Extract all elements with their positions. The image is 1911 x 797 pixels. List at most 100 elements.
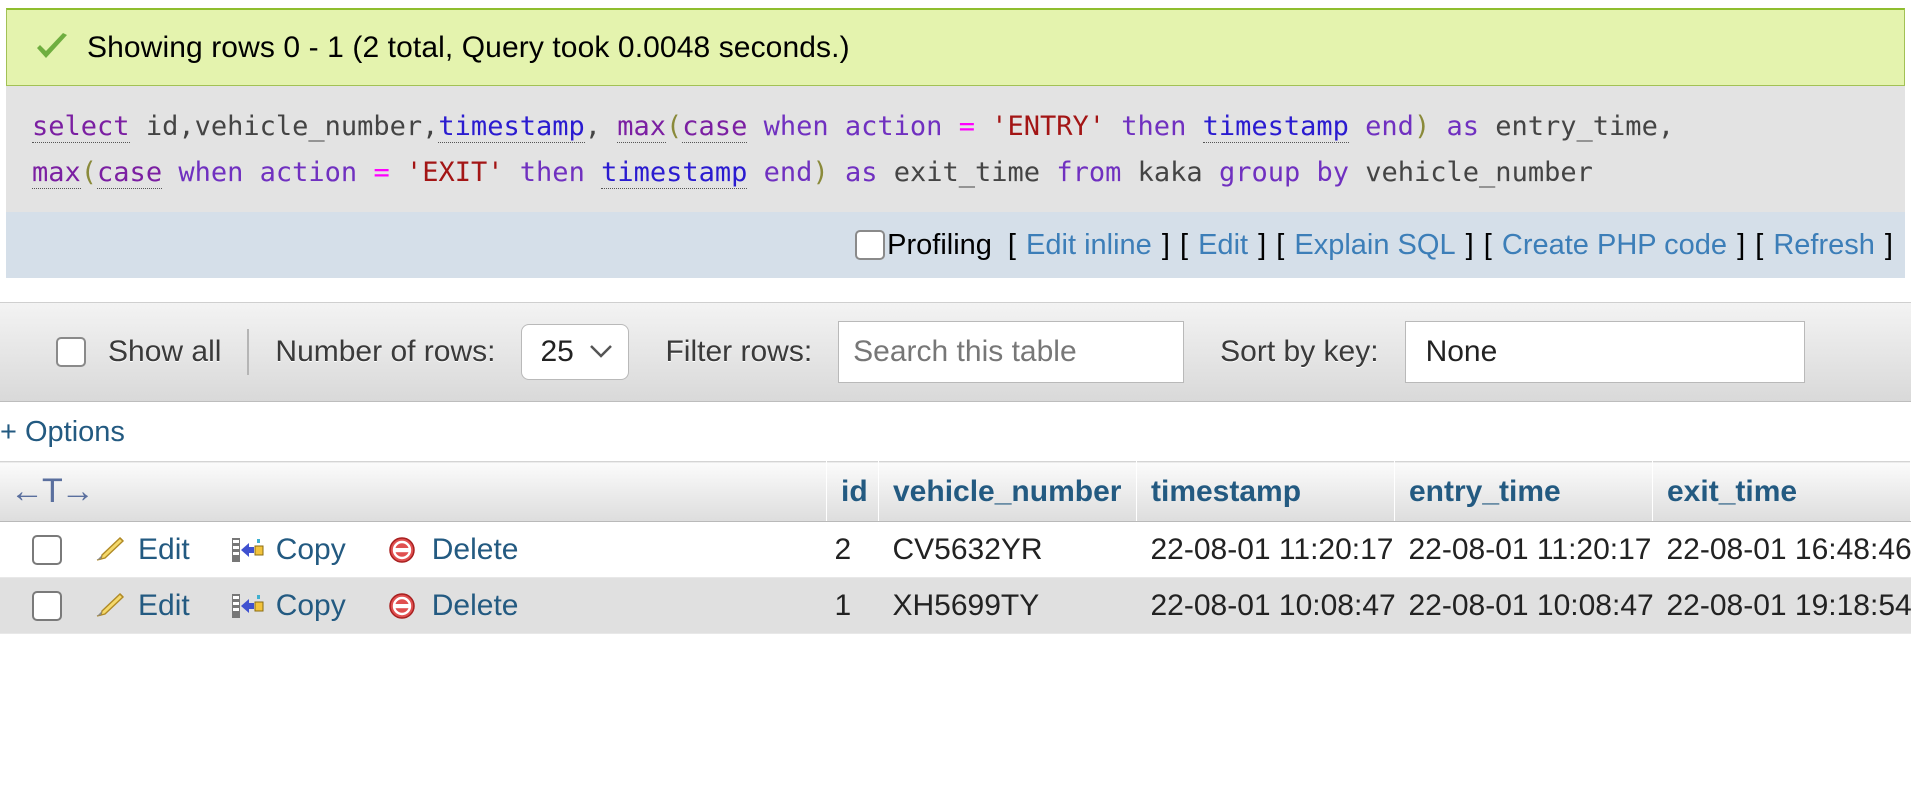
sql-token: = (373, 157, 390, 188)
column-header-entry-time[interactable]: entry_time (1394, 461, 1653, 522)
toolbar-divider (247, 329, 250, 375)
edit-label: Edit (138, 532, 190, 566)
column-header-id[interactable]: id (826, 461, 879, 522)
profiling-link-refresh[interactable]: Refresh (1773, 229, 1875, 261)
copy-icon (230, 535, 264, 565)
profiling-link-create-php-code[interactable]: Create PHP code (1502, 229, 1727, 261)
sql-token: ) (1413, 111, 1431, 142)
cell-timestamp[interactable]: 22-08-01 11:20:17 (1136, 521, 1395, 578)
chevron-down-icon (588, 338, 614, 366)
sql-token: timestamp (1202, 111, 1349, 143)
sql-token: ( (666, 111, 683, 142)
row-select-checkbox[interactable] (32, 534, 62, 565)
cell-vehicle-number[interactable]: CV5632YR (878, 521, 1137, 578)
show-all-checkbox[interactable] (56, 337, 86, 367)
options-expander-link[interactable]: + Options (0, 402, 1911, 461)
sql-token: = (958, 111, 975, 142)
delete-label: Delete (431, 532, 519, 566)
pencil-icon (92, 591, 126, 621)
sql-token: by (1316, 157, 1349, 188)
cell-id[interactable]: 2 (826, 521, 879, 578)
row-actions-cell: Edit Copy Delete (0, 521, 827, 578)
delete-label: Delete (431, 588, 519, 622)
delete-row-button[interactable]: Delete (386, 588, 519, 623)
copy-label: Copy (275, 532, 346, 566)
cell-timestamp[interactable]: 22-08-01 10:08:47 (1136, 577, 1396, 634)
bracket-close: ] (1876, 228, 1893, 261)
cell-id[interactable]: 1 (826, 577, 879, 634)
show-all-label: Show all (108, 335, 222, 368)
profiling-checkbox[interactable] (855, 230, 886, 260)
sql-token: group (1218, 157, 1301, 188)
column-header-timestamp[interactable]: timestamp (1136, 461, 1395, 522)
edit-row-button[interactable]: Edit (92, 533, 190, 567)
copy-row-button[interactable]: Copy (230, 533, 346, 567)
column-header-exit-time[interactable]: exit_time (1652, 461, 1911, 522)
cell-vehicle-number[interactable]: XH5699TY (878, 577, 1137, 634)
success-check-icon (33, 29, 71, 67)
sql-token: exit_time (893, 157, 1041, 188)
sql-token: vehicle_number (1365, 157, 1593, 188)
sql-token: then (519, 157, 585, 188)
bracket-open: [ (1755, 228, 1772, 261)
copy-icon (230, 591, 264, 621)
sql-token: id,vehicle_number, (145, 111, 439, 142)
filter-rows-label: Filter rows: (665, 335, 813, 368)
cell-exit-time[interactable]: 22-08-01 16:48:46 (1652, 521, 1911, 578)
copy-row-button[interactable]: Copy (230, 589, 346, 623)
sql-token: when (763, 111, 829, 142)
table-row[interactable]: Edit Copy Delete 1 XH5699TY 22-08-01 10:08:47… (0, 577, 1911, 634)
sql-token: then (1121, 111, 1187, 142)
sql-token: end (763, 157, 813, 188)
sql-line-2: max(case when action = 'EXIT' then times… (32, 150, 1879, 196)
sql-token: ) (812, 157, 829, 188)
sort-by-key-label: Sort by key: (1220, 335, 1379, 368)
delete-icon (386, 535, 420, 565)
sql-query-box[interactable]: select id,vehicle_number,timestamp, max(… (6, 86, 1905, 212)
bracket-close: ] (1729, 228, 1754, 261)
number-of-rows-label: Number of rows: (275, 335, 496, 368)
query-status-text: Showing rows 0 - 1 (2 total, Query took … (87, 30, 850, 64)
sql-line-1: select id,vehicle_number,timestamp, max(… (32, 104, 1879, 150)
bracket-close: ] (1153, 228, 1178, 261)
cell-entry-time[interactable]: 22-08-01 10:08:47 (1394, 577, 1654, 634)
profiling-link-edit-inline[interactable]: Edit inline (1026, 229, 1152, 261)
sql-token: action (259, 157, 358, 188)
column-header-vehicle-number[interactable]: vehicle_number (878, 461, 1137, 522)
sort-by-key-value: None (1425, 335, 1498, 368)
bracket-close: ] (1250, 228, 1275, 261)
number-of-rows-select[interactable]: 25 (521, 324, 630, 380)
profiling-link-edit[interactable]: Edit (1198, 229, 1248, 261)
edit-label: Edit (138, 588, 190, 622)
edit-row-button[interactable]: Edit (92, 589, 190, 623)
cell-entry-time[interactable]: 22-08-01 11:20:17 (1394, 521, 1653, 578)
sort-direction-icon[interactable]: ←T→ (10, 472, 95, 510)
cell-exit-time[interactable]: 22-08-01 19:18:54 (1652, 577, 1911, 634)
sort-by-key-select[interactable]: None (1404, 321, 1805, 383)
profiling-link-explain-sql[interactable]: Explain SQL (1294, 229, 1455, 261)
row-select-checkbox[interactable] (32, 590, 62, 621)
row-actions-cell: Edit Copy Delete (0, 577, 827, 634)
filter-rows-placeholder: Search this table (853, 335, 1077, 368)
filter-rows-input[interactable]: Search this table (838, 321, 1185, 383)
delete-row-button[interactable]: Delete (386, 532, 519, 567)
sql-token: kaka (1137, 157, 1203, 188)
table-row[interactable]: Edit Copy Delete 2 CV5632YR 22-08-01 11:20:17… (0, 521, 1911, 578)
sql-token: action (844, 111, 943, 142)
sql-token: ( (80, 157, 98, 188)
